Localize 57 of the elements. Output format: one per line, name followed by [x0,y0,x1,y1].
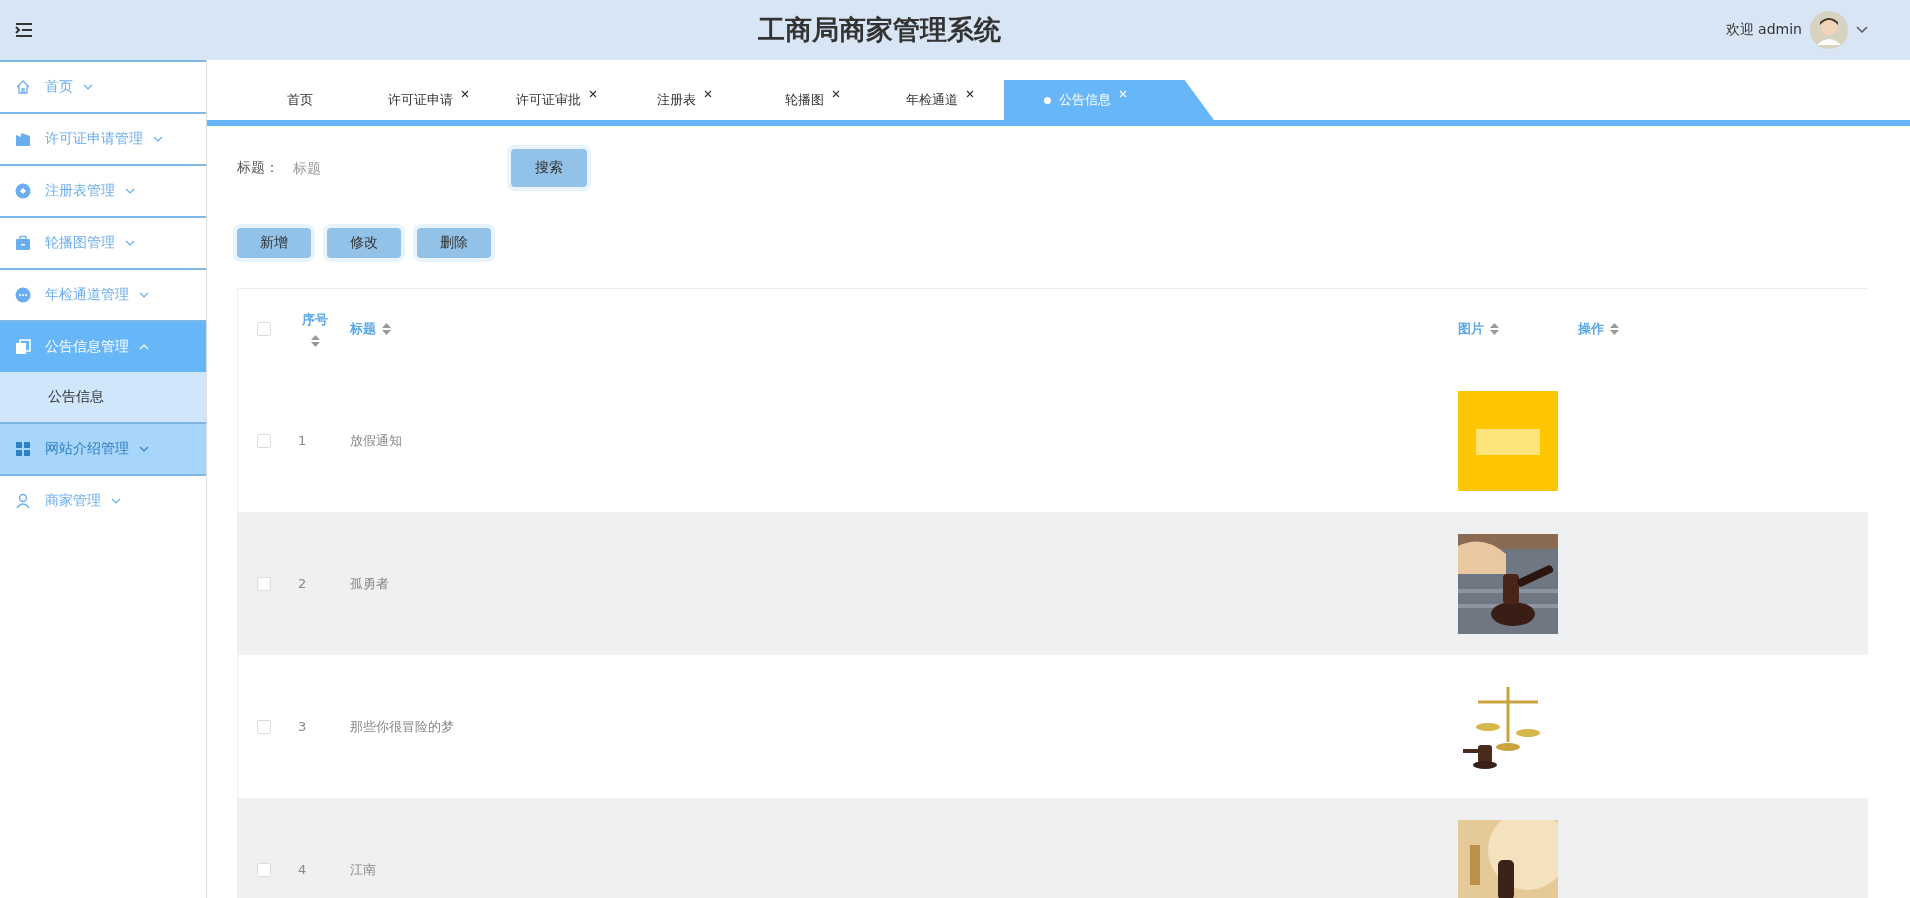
row-checkbox[interactable] [257,862,271,877]
column-header[interactable]: 标题 [350,320,376,338]
dot-icon [1044,96,1051,104]
menu-icon[interactable] [15,22,33,38]
tab[interactable]: 许可证审批 [492,80,620,120]
close-icon[interactable] [831,90,840,98]
sidebar-item[interactable]: 注册表管理 [0,164,206,216]
menu-item-icon [15,441,31,457]
field-label: 标题： [237,159,279,177]
table-cell: 那些你很冒险的梦 [350,717,454,736]
menu-item-icon [15,287,31,303]
row-checkbox[interactable] [257,576,271,591]
menu-item-icon [15,79,31,95]
close-icon[interactable] [703,90,712,98]
menu-item-icon [15,131,31,147]
sidebar-item[interactable]: 许可证申请管理 [0,112,206,164]
column-header[interactable]: 图片 [1458,320,1484,338]
menu-item-icon [15,493,31,509]
sidebar-item[interactable]: 公告信息管理 [0,320,206,372]
sidebar-item[interactable]: 商家管理 [0,474,206,526]
sort-icon[interactable] [1610,323,1619,335]
row-checkbox[interactable] [257,719,271,734]
table-cell: 孤勇者 [350,574,389,593]
table-cell-text: 4 [297,862,307,877]
tab[interactable]: 轮播图 [748,80,876,120]
close-icon[interactable] [966,90,974,98]
close-icon[interactable] [460,90,469,98]
tab[interactable]: 注册表 [620,80,748,120]
tab[interactable]: 首页 [236,80,364,120]
close-icon[interactable] [588,90,597,98]
column-header[interactable]: 序号 [302,311,328,329]
select-all-checkbox[interactable] [257,322,271,336]
submenu-item[interactable]: 公告信息 [0,372,206,422]
column-header[interactable]: 操作 [1578,320,1604,338]
table-cell: 江南 [350,860,376,879]
chevron-icon[interactable] [1856,26,1868,34]
sort-icon[interactable] [382,323,391,335]
table-cell: 放假通知 [350,431,402,450]
table-cell-text: 3 [297,719,307,734]
sidebar-item[interactable]: 轮播图管理 [0,216,206,268]
avatar-icon[interactable] [1810,11,1848,49]
tab[interactable]: 公告信息 [1004,80,1214,120]
tab[interactable]: 年检通道 [876,80,1004,120]
table-cell-text: 2 [297,576,307,591]
sidebar-item[interactable]: 首页 [0,60,206,112]
table-cell-text: 1 [297,433,307,448]
app-title: 工商局商家管理系统 [756,13,1002,47]
tab[interactable]: 许可证申请 [364,80,492,120]
sidebar-item[interactable]: 网站介绍管理 [0,422,206,474]
menu-item-icon [15,235,31,251]
menu-item-icon [15,339,31,355]
sort-icon[interactable] [310,335,320,347]
menu-item-icon [15,183,31,199]
welcome-text: 欢迎 admin [1725,21,1802,39]
row-checkbox[interactable] [257,433,271,448]
search-field[interactable]: 标题 [291,159,495,177]
sort-icon[interactable] [1490,323,1499,335]
